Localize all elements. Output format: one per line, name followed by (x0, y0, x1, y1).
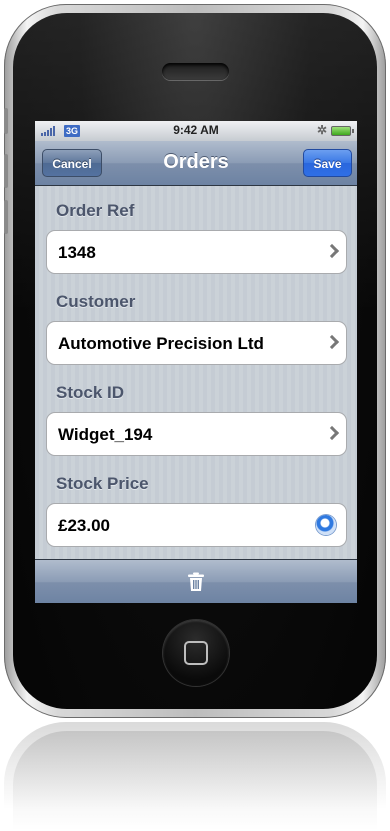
earpiece-speaker (162, 63, 229, 80)
order-ref-value: 1348 (58, 243, 96, 262)
battery-icon (331, 126, 354, 136)
chevron-right-icon (324, 425, 340, 441)
volume-up-key (4, 154, 8, 188)
chevron-right-icon (324, 243, 340, 259)
chevron-right-icon (324, 334, 340, 350)
app-screen: 3G 9:42 AM ✲ Cancel Orders Save Order Re… (35, 121, 357, 603)
customer-row[interactable]: Automotive Precision Ltd (46, 321, 347, 365)
status-bar: 3G 9:42 AM ✲ (35, 121, 357, 141)
bluetooth-icon: ✲ (317, 123, 328, 137)
stock-id-value: Widget_194 (58, 425, 153, 444)
home-square-icon (184, 641, 208, 665)
order-ref-label: Order Ref (56, 201, 135, 220)
order-ref-row[interactable]: 1348 (46, 230, 347, 274)
stock-id-label: Stock ID (56, 383, 125, 402)
stock-price-row[interactable]: £23.00 (46, 503, 347, 547)
detail-disclosure-icon[interactable] (316, 515, 336, 535)
customer-value: Automotive Precision Ltd (58, 334, 264, 353)
silent-switch (4, 108, 8, 134)
phone-reflection (4, 722, 386, 831)
trash-icon[interactable] (187, 572, 205, 592)
home-button[interactable] (163, 620, 229, 686)
bottom-toolbar (35, 559, 357, 603)
customer-label: Customer (56, 292, 136, 311)
stock-price-label: Stock Price (56, 474, 149, 493)
stock-id-row[interactable]: Widget_194 (46, 412, 347, 456)
navigation-bar: Cancel Orders Save (35, 141, 357, 186)
stock-price-value: £23.00 (58, 516, 110, 535)
status-time: 9:42 AM (173, 123, 219, 137)
save-button[interactable]: Save (303, 149, 352, 177)
volume-down-key (4, 200, 8, 234)
